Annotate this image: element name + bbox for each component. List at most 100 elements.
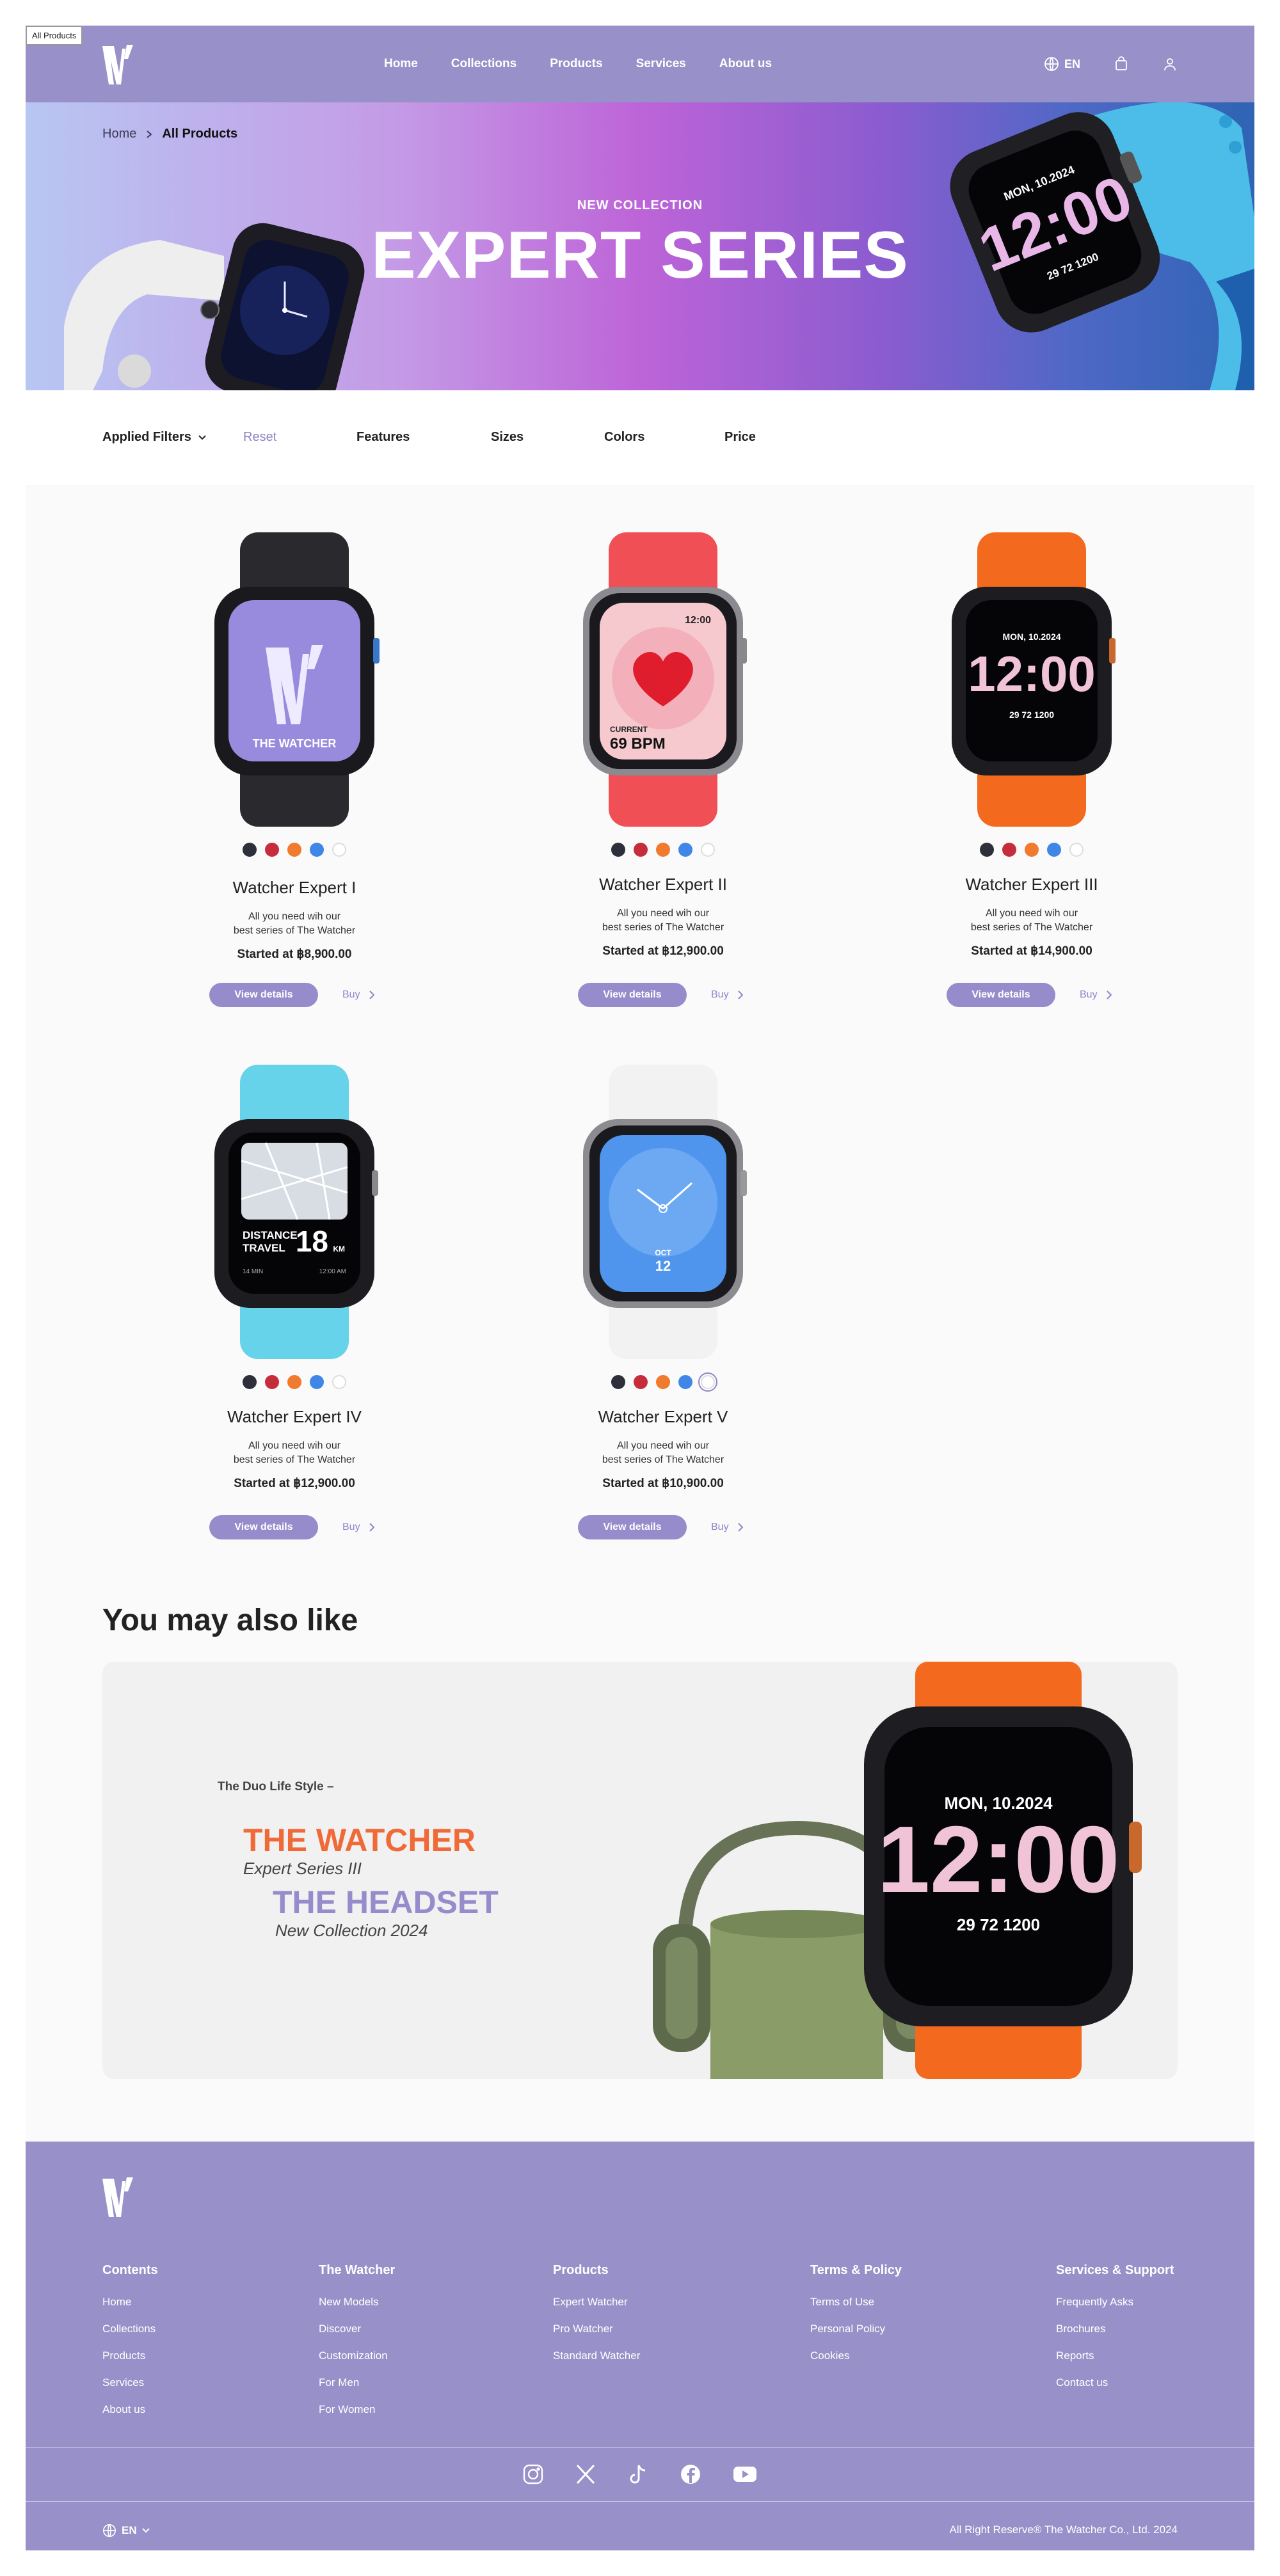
footer-link[interactable]: Products (102, 2349, 158, 2362)
buy-label: Buy (1080, 989, 1098, 1000)
view-details-button[interactable]: View details (578, 983, 687, 1007)
swatch-white[interactable] (1069, 843, 1084, 857)
instagram-icon[interactable] (522, 2463, 544, 2485)
swatch-blue[interactable] (310, 1375, 324, 1389)
nav-collections[interactable]: Collections (451, 57, 516, 71)
product-screen-value: 69 BPM (610, 735, 666, 752)
youtube-icon[interactable] (732, 2463, 758, 2485)
footer-link[interactable]: Brochures (1056, 2323, 1174, 2335)
product-description-line: All you need wih our (248, 911, 341, 922)
buy-label: Buy (342, 1522, 360, 1532)
main-nav: Home Collections Products Services About… (384, 26, 772, 102)
promo-banner[interactable]: The Duo Life Style – THE WATCHER Expert … (102, 1662, 1178, 2079)
view-details-button[interactable]: View details (947, 983, 1055, 1007)
footer-link[interactable]: Contact us (1056, 2376, 1174, 2389)
swatch-black[interactable] (243, 843, 257, 857)
nav-products[interactable]: Products (550, 57, 602, 71)
swatch-red[interactable] (1002, 843, 1016, 857)
product-description-line: best series of The Watcher (602, 1454, 724, 1465)
user-icon[interactable] (1162, 56, 1178, 72)
swatch-black[interactable] (243, 1375, 257, 1389)
swatch-black[interactable] (611, 843, 625, 857)
swatch-orange[interactable] (287, 1375, 301, 1389)
footer-link[interactable]: New Models (319, 2296, 395, 2309)
product-description: All you need wih our best series of The W… (128, 910, 461, 938)
facebook-icon[interactable] (680, 2463, 701, 2485)
chevron-down-icon (141, 2528, 150, 2533)
product-name: Watcher Expert V (598, 1407, 728, 1426)
nav-home[interactable]: Home (384, 57, 418, 71)
footer-link[interactable]: Reports (1056, 2349, 1174, 2362)
product-screen-month: OCT (655, 1248, 671, 1257)
footer-link[interactable]: Expert Watcher (553, 2296, 640, 2309)
swatch-white[interactable] (701, 1375, 715, 1389)
brand-logo[interactable] (100, 42, 136, 87)
footer-link[interactable]: Terms of Use (810, 2296, 902, 2309)
footer-link[interactable]: Standard Watcher (553, 2349, 640, 2362)
footer-link[interactable]: For Men (319, 2376, 395, 2389)
x-icon[interactable] (575, 2463, 596, 2485)
footer-language-selector[interactable]: EN (102, 2524, 150, 2538)
product-price: Started at ฿12,900.00 (234, 1477, 355, 1490)
product-image: THE WATCHER (214, 532, 380, 827)
reset-filters-link[interactable]: Reset (243, 430, 276, 445)
swatch-white[interactable] (701, 843, 715, 857)
footer-link[interactable]: Pro Watcher (553, 2323, 640, 2335)
applied-filters-dropdown[interactable]: Applied Filters (102, 430, 207, 445)
swatch-black[interactable] (980, 843, 994, 857)
swatch-orange[interactable] (1025, 843, 1039, 857)
promo-subtitle-watcher: Expert Series III (243, 1859, 362, 1878)
filter-features[interactable]: Features (356, 430, 410, 445)
footer-link[interactable]: Services (102, 2376, 158, 2389)
swatch-white[interactable] (332, 843, 346, 857)
tiktok-icon[interactable] (627, 2463, 649, 2485)
swatch-blue[interactable] (678, 843, 692, 857)
swatch-red[interactable] (265, 1375, 279, 1389)
view-details-button[interactable]: View details (578, 1515, 687, 1539)
swatch-white[interactable] (332, 1375, 346, 1389)
swatch-blue[interactable] (678, 1375, 692, 1389)
filter-price[interactable]: Price (724, 430, 756, 445)
footer-link[interactable]: Frequently Asks (1056, 2296, 1174, 2309)
buy-link[interactable]: Buy (342, 989, 374, 1001)
language-selector[interactable]: EN (1044, 56, 1080, 72)
footer-link[interactable]: Discover (319, 2323, 395, 2335)
footer-link[interactable]: Customization (319, 2349, 395, 2362)
product-name: Watcher Expert IV (227, 1407, 362, 1426)
nav-services[interactable]: Services (636, 57, 686, 71)
swatch-orange[interactable] (656, 1375, 670, 1389)
footer-link[interactable]: Cookies (810, 2349, 902, 2362)
buy-link[interactable]: Buy (711, 1522, 743, 1533)
swatch-blue[interactable] (310, 843, 324, 857)
buy-link[interactable]: Buy (711, 989, 743, 1001)
footer-link[interactable]: About us (102, 2403, 158, 2416)
swatch-orange[interactable] (656, 843, 670, 857)
product-price: Started at ฿12,900.00 (602, 944, 724, 958)
buy-link[interactable]: Buy (1080, 989, 1112, 1001)
filter-colors[interactable]: Colors (604, 430, 644, 445)
buy-link[interactable]: Buy (342, 1522, 374, 1533)
swatch-red[interactable] (634, 843, 648, 857)
swatch-orange[interactable] (287, 843, 301, 857)
brand-logo[interactable] (100, 2175, 136, 2220)
swatch-blue[interactable] (1047, 843, 1061, 857)
globe-icon (103, 2524, 116, 2537)
view-details-button[interactable]: View details (209, 983, 318, 1007)
filter-sizes[interactable]: Sizes (491, 430, 524, 445)
promo-subtitle-headset: New Collection 2024 (275, 1921, 428, 1940)
chevron-right-icon (1106, 990, 1112, 999)
color-swatches (497, 843, 829, 857)
view-details-button[interactable]: View details (209, 1515, 318, 1539)
footer-link[interactable]: Home (102, 2296, 158, 2309)
footer-link[interactable]: Collections (102, 2323, 158, 2335)
swatch-red[interactable] (634, 1375, 648, 1389)
swatch-black[interactable] (611, 1375, 625, 1389)
breadcrumb-home[interactable]: Home (102, 127, 136, 141)
shopping-bag-icon[interactable] (1114, 56, 1129, 72)
swatch-red[interactable] (265, 843, 279, 857)
footer-column-title: Services & Support (1056, 2263, 1174, 2277)
nav-about-us[interactable]: About us (719, 57, 772, 71)
footer-link[interactable]: For Women (319, 2403, 395, 2416)
product-description-line: All you need wih our (985, 908, 1078, 919)
footer-link[interactable]: Personal Policy (810, 2323, 902, 2335)
